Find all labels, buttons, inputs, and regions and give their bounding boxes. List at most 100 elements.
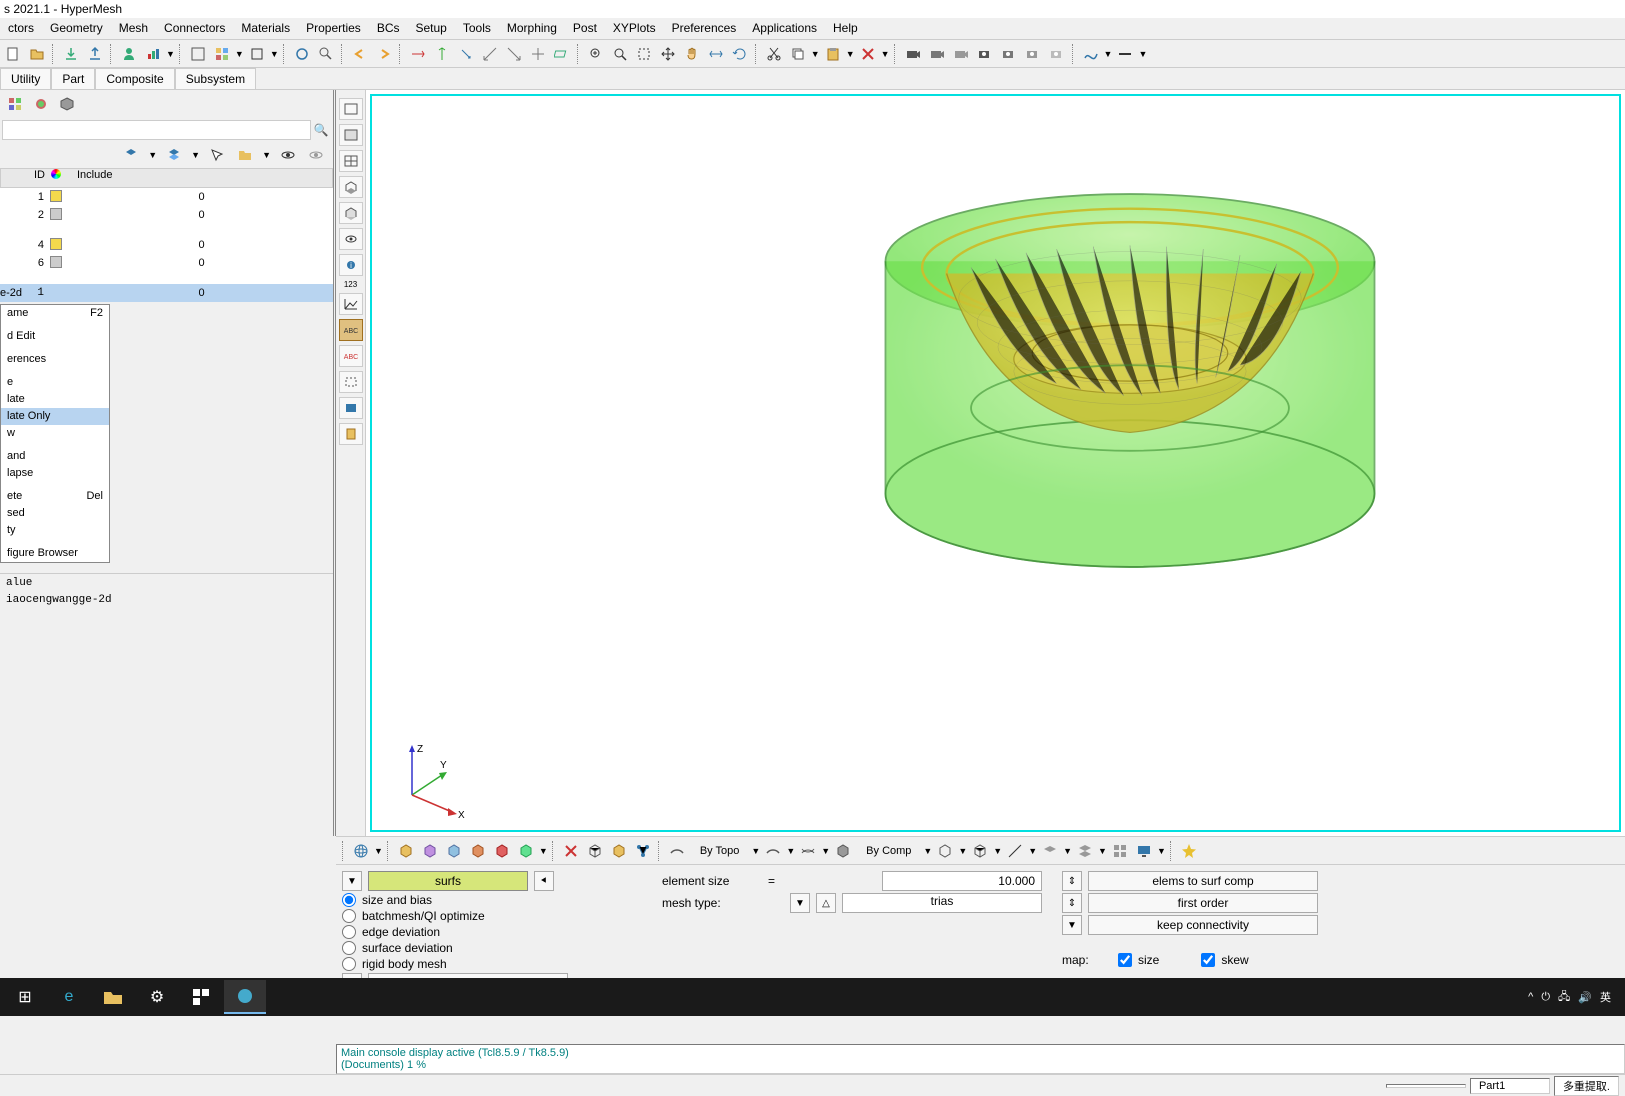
menu-help[interactable]: Help — [825, 18, 866, 39]
open-icon[interactable] — [26, 43, 48, 65]
star-icon[interactable] — [1178, 840, 1200, 862]
radio-batchmesh[interactable] — [342, 909, 356, 923]
tray-power-icon[interactable]: ⏻ — [1541, 991, 1550, 1004]
axis-x-icon[interactable] — [407, 43, 429, 65]
plane-icon[interactable] — [551, 43, 573, 65]
vbtn-4[interactable] — [339, 176, 363, 198]
box1-icon[interactable] — [395, 840, 417, 862]
box-icon[interactable] — [246, 43, 268, 65]
radio-surf-dev[interactable] — [342, 941, 356, 955]
viewport[interactable]: Z Y X — [370, 94, 1621, 832]
vbtn-6[interactable] — [339, 228, 363, 250]
ctx-e[interactable]: e — [1, 374, 109, 391]
menu-applications[interactable]: Applications — [744, 18, 825, 39]
cam2-icon[interactable] — [926, 43, 948, 65]
color-swatch[interactable] — [50, 256, 62, 268]
col-id-header[interactable]: ID — [1, 169, 51, 187]
ctx-rename[interactable]: ameF2 — [1, 305, 109, 322]
color-swatch[interactable] — [50, 208, 62, 220]
vbtn-9[interactable] — [339, 371, 363, 393]
delete-icon[interactable] — [857, 43, 879, 65]
explorer-icon[interactable] — [92, 980, 134, 1014]
axis-z-icon[interactable] — [455, 43, 477, 65]
taskview-icon[interactable]: ⊞ — [4, 980, 46, 1014]
ctx-w[interactable]: w — [1, 425, 109, 442]
menu-mesh[interactable]: Mesh — [111, 18, 156, 39]
edge-icon[interactable]: e — [48, 980, 90, 1014]
tab-subsystem[interactable]: Subsystem — [175, 68, 256, 89]
color-swatch[interactable] — [50, 190, 62, 202]
menu-geometry[interactable]: Geometry — [42, 18, 111, 39]
copy-icon[interactable] — [787, 43, 809, 65]
vbtn-3[interactable] — [339, 150, 363, 172]
ctx-expand[interactable]: and — [1, 448, 109, 465]
menu-ctors[interactable]: ctors — [0, 18, 42, 39]
cam5-icon[interactable] — [998, 43, 1020, 65]
cam7-icon[interactable] — [1046, 43, 1068, 65]
vbtn-8[interactable] — [339, 293, 363, 315]
chk-size[interactable] — [1118, 953, 1132, 967]
radio-rigid[interactable] — [342, 957, 356, 971]
cam4-icon[interactable] — [974, 43, 996, 65]
menu-bcs[interactable]: BCs — [369, 18, 408, 39]
mat-create-icon[interactable] — [30, 93, 52, 115]
cut-icon[interactable] — [763, 43, 785, 65]
surf3-icon[interactable] — [797, 840, 819, 862]
vbtn-10[interactable] — [339, 397, 363, 419]
vbtn-2[interactable] — [339, 124, 363, 146]
find-icon[interactable] — [315, 43, 337, 65]
cam1-icon[interactable] — [902, 43, 924, 65]
box4-icon[interactable] — [467, 840, 489, 862]
tray-volume-icon[interactable]: 🔊 — [1578, 991, 1592, 1004]
elems-toggle[interactable]: ⇕ — [1062, 871, 1082, 891]
ctx-edit[interactable]: d Edit — [1, 328, 109, 345]
filter2-icon[interactable] — [163, 144, 185, 166]
first-order-button[interactable]: first order — [1088, 893, 1318, 913]
tray-expand-icon[interactable]: ^ — [1528, 991, 1533, 1003]
layer1-icon[interactable] — [1039, 840, 1061, 862]
wire1-icon[interactable] — [934, 840, 956, 862]
hypermesh-task-icon[interactable] — [224, 980, 266, 1014]
comp-create-icon[interactable] — [4, 93, 26, 115]
tree-row[interactable]: 6 0 — [0, 254, 333, 272]
search-icon[interactable]: 🔍 — [311, 123, 331, 137]
elems-to-surf-button[interactable]: elems to surf comp — [1088, 871, 1318, 891]
cam3-icon[interactable] — [950, 43, 972, 65]
layer2-icon[interactable] — [1074, 840, 1096, 862]
cam6-icon[interactable] — [1022, 43, 1044, 65]
ctx-empty[interactable]: ty — [1, 522, 109, 539]
order-toggle[interactable]: ⇕ — [1062, 893, 1082, 913]
comp-icon[interactable] — [187, 43, 209, 65]
tree-row[interactable]: 2 0 — [0, 206, 333, 224]
paste-icon[interactable] — [822, 43, 844, 65]
tray-network-icon[interactable]: 🖧 — [1558, 988, 1570, 1007]
cursor-icon[interactable] — [206, 144, 228, 166]
curve-icon[interactable] — [1080, 43, 1102, 65]
monitor-icon[interactable] — [1133, 840, 1155, 862]
wire2-icon[interactable] — [969, 840, 991, 862]
box7-icon[interactable] — [608, 840, 630, 862]
user-icon[interactable] — [118, 43, 140, 65]
ctx-isolate-only[interactable]: late Only — [1, 408, 109, 425]
ctx-isolate[interactable]: late — [1, 391, 109, 408]
box5-icon[interactable] — [491, 840, 513, 862]
tree-row[interactable]: 4 0 — [0, 236, 333, 254]
col-color-header[interactable] — [51, 169, 71, 187]
menu-setup[interactable]: Setup — [407, 18, 454, 39]
selector-toggle[interactable]: ▼ — [342, 871, 362, 891]
box6-icon[interactable] — [515, 840, 537, 862]
line-icon[interactable] — [1004, 840, 1026, 862]
vbtn-abc1[interactable]: ABC — [339, 319, 363, 341]
element-size-input[interactable] — [882, 871, 1042, 891]
ctx-collapse[interactable]: lapse — [1, 465, 109, 482]
arrows-h-icon[interactable] — [705, 43, 727, 65]
mesh-icon[interactable] — [584, 840, 606, 862]
ctx-delete[interactable]: eteDel — [1, 488, 109, 505]
vbtn-1[interactable] — [339, 98, 363, 120]
pan-icon[interactable] — [657, 43, 679, 65]
filter1-icon[interactable] — [120, 144, 142, 166]
zoom-in-icon[interactable] — [609, 43, 631, 65]
globe-icon[interactable] — [350, 840, 372, 862]
menu-tools[interactable]: Tools — [455, 18, 499, 39]
tray-lang[interactable]: 英 — [1600, 989, 1611, 1005]
